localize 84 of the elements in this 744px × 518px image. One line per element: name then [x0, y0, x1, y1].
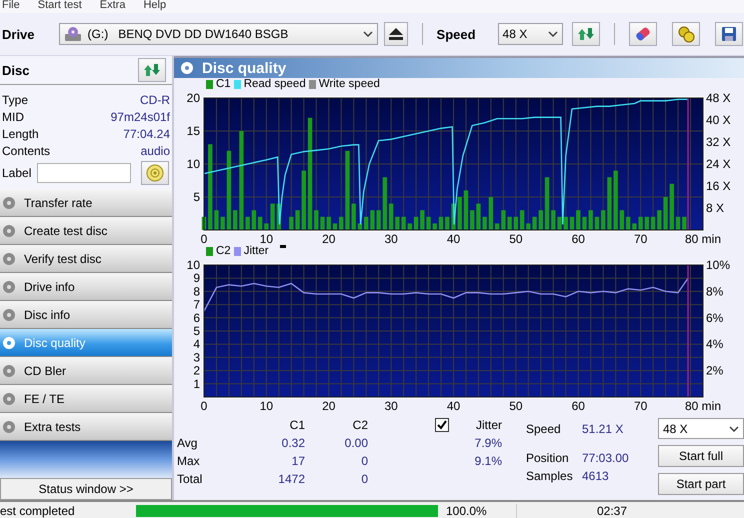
field-label: MID [2, 110, 24, 124]
column-header: Jitter [474, 418, 502, 432]
stat-value: 0.32 [280, 436, 305, 450]
stat-value: 1472 [277, 472, 305, 486]
stat-value: 0 [360, 454, 368, 468]
legend-label: Read speed [244, 78, 306, 91]
field-label: Length [2, 126, 39, 140]
elapsed-time: 02:37 [597, 504, 628, 518]
info-label: Position [526, 451, 570, 465]
field-label: Type [2, 92, 28, 106]
stat-value: 0.00 [344, 436, 368, 450]
axis-tick-label: 10 [186, 258, 200, 272]
stat-value: 7.9% [474, 436, 502, 450]
field-label: Label [2, 166, 32, 180]
column-header: C2 [352, 418, 368, 432]
axis-tick-label: 30 [384, 399, 398, 412]
legend-label: Jitter [244, 245, 269, 258]
axis-tick-label: 6 [193, 310, 200, 325]
legend-label: Write speed [318, 78, 380, 91]
axis-tick-label: 4% [706, 337, 724, 352]
axis-tick-label: 20 [186, 91, 200, 105]
axis-tick-label: 60 [572, 399, 585, 412]
axis-tick-label: 80 min [684, 232, 722, 245]
status-message: est completed [0, 504, 76, 518]
axis-tick-label: 70 [634, 399, 648, 412]
axis-tick-label: 5 [193, 324, 200, 338]
axis-tick-label: 60 [572, 232, 585, 245]
field-value: 77:04.24 [123, 126, 170, 140]
axis-tick-label: 30 [384, 232, 398, 245]
stat-value: 0 [360, 472, 368, 486]
axis-tick-label: 20 [322, 232, 336, 245]
axis-tick-label: 2 [193, 364, 200, 378]
stat-value: 17 [290, 454, 305, 468]
field-value: 97m24s01f [110, 110, 170, 124]
axis-tick-label: 40 [446, 232, 460, 245]
axis-tick-label: 50 [509, 232, 523, 245]
axis-tick-label: 0 [200, 399, 208, 412]
row-label: Max [177, 454, 201, 468]
axis-tick-label: 0 [200, 232, 208, 245]
axis-tick-label: 32 X [706, 135, 731, 149]
info-label: Samples [526, 469, 574, 483]
axis-tick-label: 20 [322, 399, 336, 412]
axis-tick-label: 1 [193, 376, 200, 391]
axis-tick-label: 70 [634, 232, 648, 245]
axis-tick-label: 40 [446, 399, 460, 412]
progress-percent: 100.0% [442, 504, 517, 518]
row-label: Avg [177, 436, 198, 450]
axis-tick-label: 24 X [706, 157, 731, 171]
row-label: Total [177, 472, 204, 486]
legend-label: C1 [216, 78, 231, 91]
axis-tick-label: 8 X [706, 201, 724, 215]
axis-tick-label: 50 [509, 399, 523, 412]
info-value: 77:03.00 [582, 451, 630, 465]
info-value: 51.21 X [582, 422, 624, 436]
axis-tick-label: 8 [193, 284, 200, 298]
axis-tick-label: 7 [193, 298, 200, 312]
panel-title: Disc quality [202, 60, 286, 76]
speed-label: Speed [436, 26, 476, 42]
axis-tick-label: 15 [186, 124, 200, 138]
axis-tick-label: 2% [706, 364, 724, 378]
axis-tick-label: 5 [193, 190, 200, 204]
axis-tick-label: 8% [706, 284, 724, 298]
field-value: audio [140, 144, 170, 158]
axis-tick-label: 10 [260, 399, 274, 412]
drive-label: Drive [2, 26, 35, 42]
axis-tick-label: 10 [260, 232, 274, 245]
axis-tick-label: 40 X [706, 113, 731, 127]
disc-heading: Disc [2, 62, 30, 78]
info-value: 4613 [582, 469, 610, 483]
info-label: Speed [526, 422, 562, 436]
column-header: C1 [288, 418, 305, 432]
field-value: CD-R [140, 92, 170, 106]
axis-tick-label: 10 [186, 157, 200, 171]
axis-tick-label: 48 X [706, 91, 731, 105]
axis-tick-label: 16 X [706, 179, 731, 193]
legend-label: C2 [216, 245, 231, 258]
axis-tick-label: 6% [706, 310, 724, 325]
field-label: Contents [2, 144, 50, 158]
axis-tick-label: 10% [706, 258, 730, 272]
axis-tick-label: 4 [193, 337, 200, 352]
axis-tick-label: 80 min [684, 399, 722, 412]
stat-value: 9.1% [474, 454, 502, 468]
axis-tick-label: 9 [193, 271, 200, 286]
axis-tick-label: 3 [193, 350, 200, 364]
